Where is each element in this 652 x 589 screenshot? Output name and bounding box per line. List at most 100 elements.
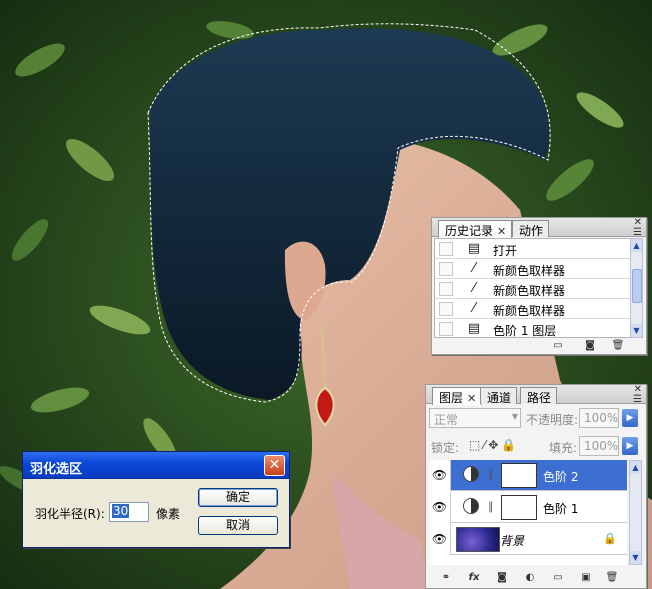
blend-mode-select[interactable]: 正常 ▼ xyxy=(429,408,521,428)
adjustment-layer-icon xyxy=(463,466,479,482)
scroll-up-icon[interactable]: ▲ xyxy=(631,239,642,252)
layer-list: 👁 ∥ 色阶 2 👁 ∥ 色阶 1 👁 背景 🔒 xyxy=(429,460,627,565)
ok-button[interactable]: 确定 xyxy=(198,488,278,507)
eyedropper-icon: ⁄ xyxy=(472,281,476,296)
lock-label: 锁定: xyxy=(431,441,460,455)
tab-channels[interactable]: 通道 xyxy=(480,387,518,405)
history-item-label: 新颜色取样器 xyxy=(493,284,566,298)
scroll-thumb[interactable] xyxy=(632,269,642,303)
fill-label: 填充: xyxy=(549,441,578,455)
feather-dialog: 羽化选区 ✕ 羽化半径(R): 30 像素 确定 取消 xyxy=(22,451,290,548)
new-document-from-state-icon[interactable]: ▭ xyxy=(550,339,566,352)
layers-tabbar: 图层 ✕ 通道 路径 ✕ ☰ xyxy=(426,384,646,405)
tab-paths[interactable]: 路径 xyxy=(520,387,558,405)
history-item[interactable]: ▤ 打开 xyxy=(435,239,631,259)
eye-icon[interactable]: 👁 xyxy=(429,460,451,491)
tab-layers[interactable]: 图层 ✕ xyxy=(432,387,483,405)
feather-radius-value: 30 xyxy=(112,504,130,518)
layer-style-fx-icon[interactable]: fx xyxy=(466,571,482,584)
fill-value: 100% xyxy=(584,439,619,453)
history-footer: ▭ ◙ 🗑 xyxy=(432,338,646,354)
history-scrollbar[interactable]: ▲ ▼ xyxy=(630,238,643,338)
history-list: ▤ 打开 ⁄ 新颜色取样器 ⁄ 新颜色取样器 ⁄ 新颜色取样器 ▤ 色阶 1 图… xyxy=(434,238,632,338)
opacity-input[interactable]: 100% xyxy=(579,408,619,428)
tab-paths-label: 路径 xyxy=(527,391,552,405)
link-icon[interactable]: ∥ xyxy=(488,500,494,513)
scroll-down-icon[interactable]: ▼ xyxy=(630,551,641,564)
document-icon: ▤ xyxy=(467,241,481,256)
history-item[interactable]: ⁄ 新颜色取样器 xyxy=(435,299,631,319)
adjustment-layer-icon[interactable]: ◐ xyxy=(522,571,538,584)
trash-icon[interactable]: 🗑 xyxy=(610,339,626,352)
eye-icon[interactable]: 👁 xyxy=(429,524,451,555)
scroll-up-icon[interactable]: ▲ xyxy=(630,461,641,474)
new-group-icon[interactable]: ▭ xyxy=(550,571,566,584)
lock-icon: 🔒 xyxy=(603,532,617,545)
tab-channels-label: 通道 xyxy=(487,391,512,405)
panel-menu-icon[interactable]: ☰ xyxy=(633,394,642,405)
layer-name: 背景 xyxy=(500,534,525,548)
snapshot-checkbox[interactable] xyxy=(439,302,453,316)
layer-row[interactable]: 👁 背景 🔒 xyxy=(429,524,627,555)
layer-mask-thumbnail[interactable] xyxy=(501,495,537,520)
snapshot-checkbox[interactable] xyxy=(439,322,453,336)
link-icon[interactable]: ∥ xyxy=(488,468,494,481)
new-layer-icon[interactable]: ▣ xyxy=(578,571,594,584)
opacity-arrow-icon[interactable]: ▶ xyxy=(622,409,638,427)
layers-footer: ⚭ fx ◙ ◐ ▭ ▣ 🗑 xyxy=(426,570,646,586)
close-tab-icon[interactable]: ✕ xyxy=(467,392,476,405)
blend-opacity-row: 正常 ▼ 不透明度: 100% ▶ xyxy=(429,408,641,428)
adjustment-layer-icon xyxy=(463,498,479,514)
snapshot-checkbox[interactable] xyxy=(439,282,453,296)
history-item-label: 色阶 1 图层 xyxy=(493,324,557,338)
feather-unit-label: 像素 xyxy=(156,507,181,521)
history-item-label: 新颜色取样器 xyxy=(493,264,566,278)
history-item-label: 打开 xyxy=(493,244,518,258)
opacity-label: 不透明度: xyxy=(526,413,579,427)
scroll-down-icon[interactable]: ▼ xyxy=(631,324,642,337)
tab-layers-label: 图层 xyxy=(439,391,464,405)
layer-thumbnail xyxy=(456,527,500,552)
layers-scrollbar[interactable]: ▲ ▼ xyxy=(629,460,642,565)
eyedropper-icon: ⁄ xyxy=(472,261,476,276)
layers-panel: 图层 ✕ 通道 路径 ✕ ☰ 正常 ▼ 不透明度: 100% ▶ 锁定: ⬚⁄✥🔒… xyxy=(425,384,647,589)
dialog-titlebar[interactable]: 羽化选区 ✕ xyxy=(23,452,289,479)
snapshot-camera-icon[interactable]: ◙ xyxy=(582,339,598,352)
history-item[interactable]: ⁄ 新颜色取样器 xyxy=(435,279,631,299)
snapshot-checkbox[interactable] xyxy=(439,242,453,256)
layer-mask-thumbnail[interactable] xyxy=(501,463,537,488)
eye-icon[interactable]: 👁 xyxy=(429,492,451,523)
fill-input[interactable]: 100% xyxy=(579,436,619,456)
lock-fill-row: 锁定: ⬚⁄✥🔒 填充: 100% ▶ xyxy=(429,436,641,456)
close-tab-icon[interactable]: ✕ xyxy=(497,225,506,238)
feather-radius-input[interactable]: 30 xyxy=(109,502,149,522)
layer-row[interactable]: 👁 ∥ 色阶 1 xyxy=(429,492,627,523)
history-tabbar: 历史记录 ✕ 动作 ✕ ☰ xyxy=(432,217,646,238)
add-mask-icon[interactable]: ◙ xyxy=(494,571,510,584)
document-icon: ▤ xyxy=(467,321,481,336)
history-item[interactable]: ▤ 色阶 1 图层 xyxy=(435,319,631,338)
lock-icons[interactable]: ⬚⁄✥🔒 xyxy=(469,438,519,452)
tab-actions-label: 动作 xyxy=(519,224,544,238)
close-icon[interactable]: ✕ xyxy=(264,455,285,476)
tab-history-label: 历史记录 xyxy=(445,224,494,238)
tab-actions[interactable]: 动作 xyxy=(512,220,550,238)
opacity-value: 100% xyxy=(584,411,619,425)
eyedropper-icon: ⁄ xyxy=(472,301,476,316)
trash-icon[interactable]: 🗑 xyxy=(604,571,620,584)
history-item-label: 新颜色取样器 xyxy=(493,304,566,318)
layer-name: 色阶 1 xyxy=(543,502,579,516)
dialog-title: 羽化选区 xyxy=(30,462,83,477)
tab-history[interactable]: 历史记录 ✕ xyxy=(438,220,513,238)
chevron-down-icon: ▼ xyxy=(511,412,518,421)
link-layers-icon[interactable]: ⚭ xyxy=(438,571,454,584)
layer-row[interactable]: 👁 ∥ 色阶 2 xyxy=(429,460,627,491)
layer-name: 色阶 2 xyxy=(543,470,579,484)
history-item[interactable]: ⁄ 新颜色取样器 xyxy=(435,259,631,279)
history-panel: 历史记录 ✕ 动作 ✕ ☰ ▤ 打开 ⁄ 新颜色取样器 ⁄ 新颜色取样器 ⁄ 新颜… xyxy=(431,217,647,355)
blend-mode-value: 正常 xyxy=(434,413,459,427)
panel-menu-icon[interactable]: ☰ xyxy=(633,227,642,238)
fill-arrow-icon[interactable]: ▶ xyxy=(622,437,638,455)
cancel-button[interactable]: 取消 xyxy=(198,516,278,535)
snapshot-checkbox[interactable] xyxy=(439,262,453,276)
